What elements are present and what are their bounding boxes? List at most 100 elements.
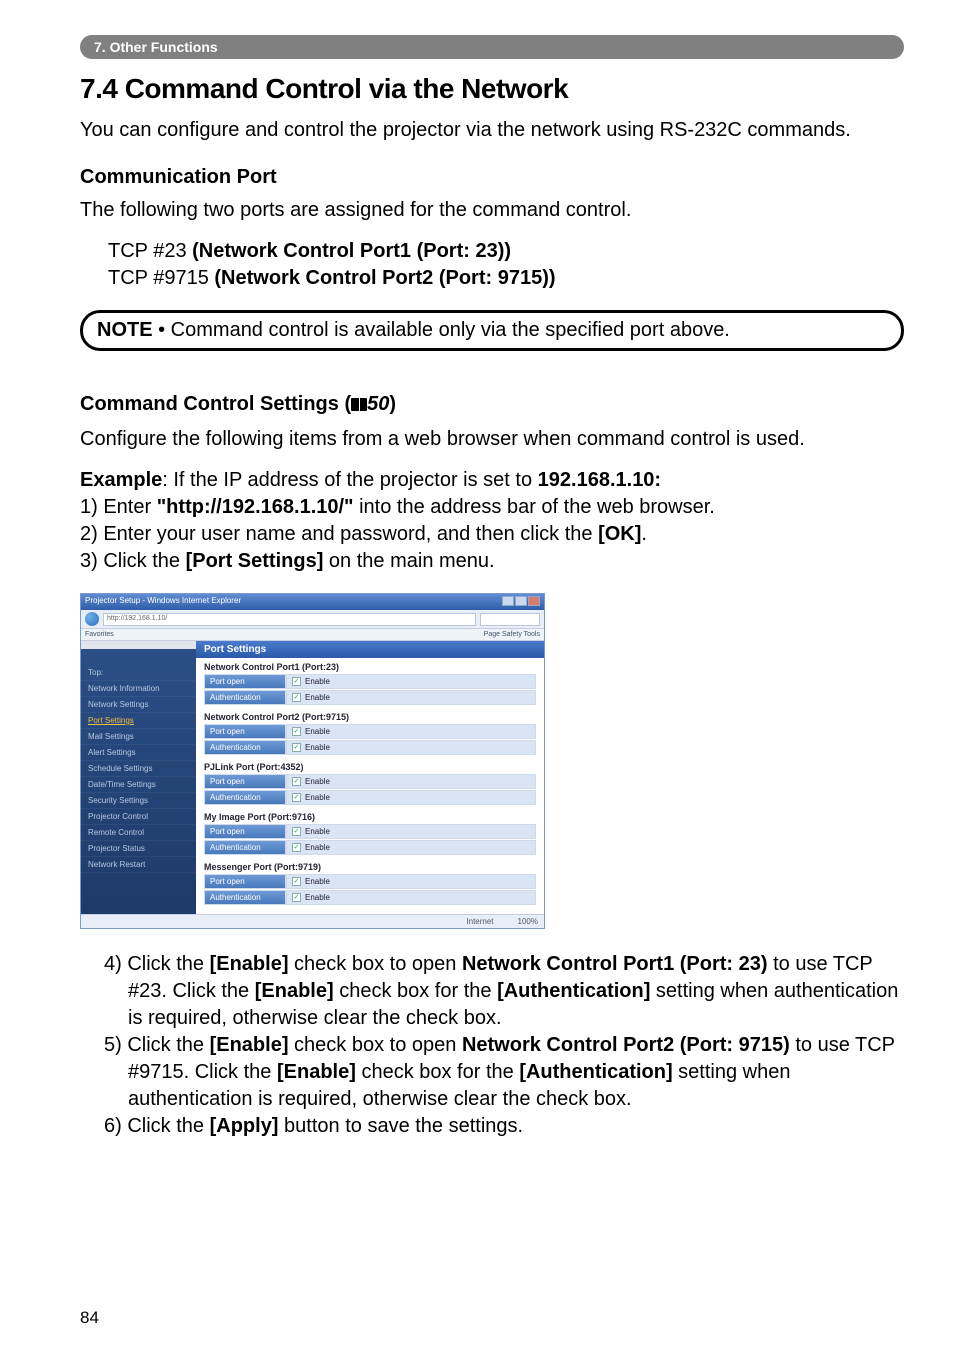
ss-row-value: ✓Enable: [286, 724, 536, 739]
s3c: on the main menu.: [323, 550, 494, 572]
ss-row: Authentication✓Enable: [204, 790, 536, 805]
ss-window-buttons: [501, 596, 540, 608]
checkbox-icon: ✓: [292, 827, 301, 836]
ss-group-title: PJLink Port (Port:4352): [204, 762, 536, 772]
search-icon: [480, 613, 540, 626]
ss-enable: Enable: [305, 893, 330, 902]
step-2: 2) Enter your user name and password, an…: [80, 521, 904, 548]
ss-group-title: Messenger Port (Port:9719): [204, 862, 536, 872]
ss-group: My Image Port (Port:9716) Port open✓Enab…: [196, 808, 544, 858]
s2a: 2) Enter your user name and password, an…: [80, 523, 598, 545]
ss-row-value: ✓Enable: [286, 740, 536, 755]
checkbox-icon: ✓: [292, 843, 301, 852]
section-title: 7.4 Command Control via the Network: [80, 73, 904, 105]
ss-row-label: Authentication: [204, 790, 286, 805]
ss-toolbar-right: Page Safety Tools: [484, 631, 540, 638]
ss-row-label: Authentication: [204, 740, 286, 755]
communication-port-heading: Communication Port: [80, 166, 904, 189]
ss-row-label: Port open: [204, 824, 286, 839]
ss-group: Network Control Port2 (Port:9715) Port o…: [196, 708, 544, 758]
ss-row: Port open ✓ Enable: [204, 824, 536, 839]
port2-prefix: TCP #9715: [108, 267, 214, 289]
note-label: NOTE: [97, 319, 153, 341]
sidebar-item: Network Settings: [81, 697, 196, 713]
back-icon: [85, 612, 99, 626]
s6c: button to save the settings.: [278, 1115, 523, 1137]
ss-enable: Enable: [305, 843, 330, 852]
s4g: check box for the: [334, 980, 497, 1002]
ss-row-value: ✓ Enable: [286, 840, 536, 855]
ss-enable: Enable: [305, 827, 330, 836]
port2-bold: (Network Control Port2 (Port: 9715)): [214, 267, 555, 289]
checkbox-icon: ✓: [292, 693, 301, 702]
s3a: 3) Click the: [80, 550, 186, 572]
step-5: 5) Click the [Enable] check box to open …: [80, 1032, 904, 1113]
ss-url-field: http://192.168.1.10/: [103, 613, 476, 626]
ss-enable: Enable: [305, 677, 330, 686]
sidebar-item: Top:: [81, 665, 196, 681]
ss-row-value: ✓Enable: [286, 774, 536, 789]
ss-row-label: Authentication: [204, 840, 286, 855]
example-line: Example: If the IP address of the projec…: [80, 467, 904, 494]
sidebar-item: Remote Control: [81, 825, 196, 841]
communication-port-text: The following two ports are assigned for…: [80, 197, 904, 224]
ss-enable: Enable: [305, 777, 330, 786]
step-3: 3) Click the [Port Settings] on the main…: [80, 548, 904, 575]
ss-fav: Favorites: [85, 631, 114, 638]
settings-page-ref: 50: [367, 393, 389, 415]
ss-row: Port open✓Enable: [204, 674, 536, 689]
s1b: "http://192.168.1.10/": [157, 496, 354, 518]
s1c: into the address bar of the web browser.: [354, 496, 715, 518]
s5b: [Enable]: [210, 1034, 289, 1056]
ss-enable: Enable: [305, 693, 330, 702]
settings-heading-pre: Command Control Settings (: [80, 393, 351, 415]
ss-row-label: Authentication: [204, 890, 286, 905]
sidebar-item: Security Settings: [81, 793, 196, 809]
s2b: [OK]: [598, 523, 641, 545]
sidebar-item: Projector Status: [81, 841, 196, 857]
s5d: Network Control Port2 (Port: 9715): [462, 1034, 790, 1056]
s4a: 4) Click the: [104, 953, 210, 975]
ss-row: Authentication ✓ Enable: [204, 840, 536, 855]
s3b: [Port Settings]: [186, 550, 324, 572]
settings-heading-post: ): [389, 393, 396, 415]
s2c: .: [641, 523, 647, 545]
s5h: [Authentication]: [519, 1061, 672, 1083]
ss-row-label: Authentication: [204, 690, 286, 705]
s4f: [Enable]: [255, 980, 334, 1002]
port1-bold: (Network Control Port1 (Port: 23)): [192, 240, 511, 262]
port1-prefix: TCP #23: [108, 240, 192, 262]
chapter-band: 7. Other Functions: [80, 35, 904, 59]
example-text: : If the IP address of the projector is …: [162, 469, 537, 491]
ss-enable: Enable: [305, 877, 330, 886]
settings-intro: Configure the following items from a web…: [80, 426, 904, 453]
command-control-settings-heading: Command Control Settings ( 50): [80, 393, 904, 416]
ss-toolbar: Favorites Page Safety Tools: [81, 629, 544, 641]
port-settings-screenshot: Projector Setup - Windows Internet Explo…: [80, 593, 545, 929]
ss-row: Authentication ✓ Enable: [204, 690, 536, 705]
s6b: [Apply]: [210, 1115, 279, 1137]
ss-group: Network Control Port1 (Port:23) Port ope…: [196, 658, 544, 708]
checkbox-icon: ✓: [292, 743, 301, 752]
s4d: Network Control Port1 (Port: 23): [462, 953, 768, 975]
checkbox-icon: ✓: [292, 877, 301, 886]
s5a: 5) Click the: [104, 1034, 210, 1056]
s4c: check box to open: [289, 953, 462, 975]
steps-block-1: Example: If the IP address of the projec…: [80, 467, 904, 575]
ss-row-label: Port open: [204, 724, 286, 739]
intro-paragraph: You can configure and control the projec…: [80, 117, 904, 144]
ss-row: Port open✓Enable: [204, 774, 536, 789]
ss-row: Authentication✓Enable: [204, 740, 536, 755]
note-text: • Command control is available only via …: [153, 319, 730, 341]
ss-status-bar: Internet 100%: [81, 914, 544, 928]
note-box: NOTE • Command control is available only…: [80, 310, 904, 351]
step-4: 4) Click the [Enable] check box to open …: [80, 951, 904, 1032]
s5f: [Enable]: [277, 1061, 356, 1083]
ss-address-bar: http://192.168.1.10/: [81, 610, 544, 629]
ss-row-value: ✓Enable: [286, 674, 536, 689]
sidebar-item: Projector Control: [81, 809, 196, 825]
sidebar-item: Network Information: [81, 681, 196, 697]
ss-main: Port Settings Network Control Port1 (Por…: [196, 641, 544, 914]
ss-status-zoom: 100%: [518, 917, 538, 926]
example-label: Example: [80, 469, 162, 491]
